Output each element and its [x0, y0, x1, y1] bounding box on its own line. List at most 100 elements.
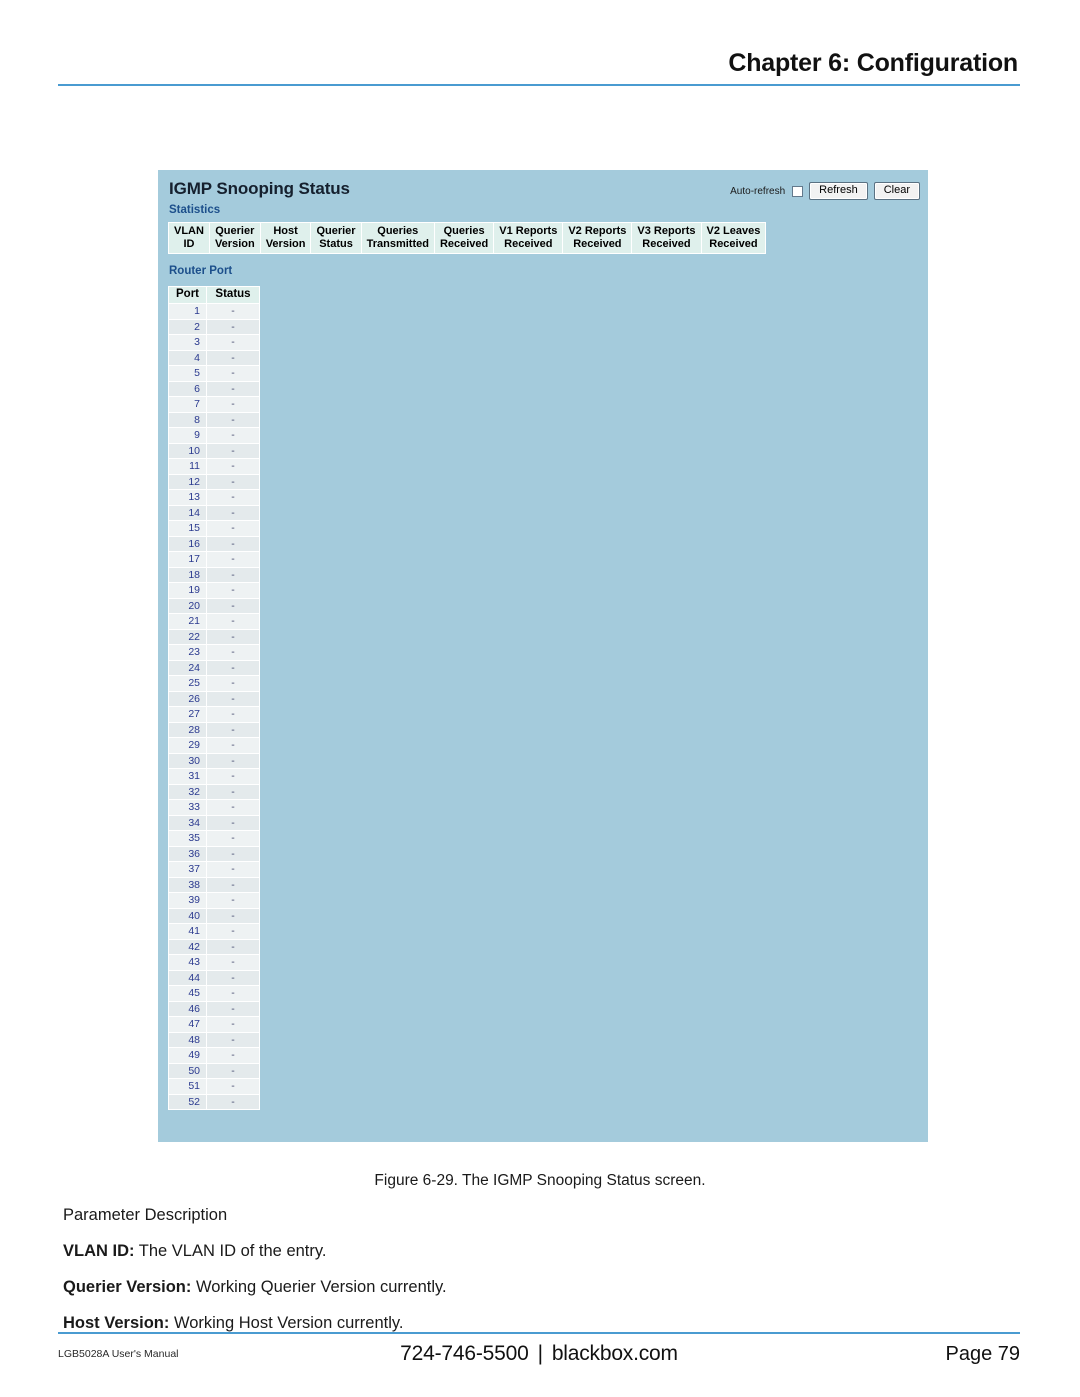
router-port-status: - — [206, 1078, 260, 1095]
column-header-line1: Host — [273, 225, 298, 237]
statistics-table: VLAN ID Querier Version Host Version Querier St… — [168, 222, 767, 254]
router-port-number: 27 — [168, 706, 207, 723]
clear-button[interactable]: Clear — [873, 182, 920, 200]
router-port-number: 35 — [168, 830, 207, 847]
table-row: 36- — [168, 845, 260, 862]
router-port-number: 2 — [168, 318, 207, 335]
router-port-column-header: Port — [168, 286, 207, 304]
router-port-number: 48 — [168, 1031, 207, 1048]
router-port-number: 39 — [168, 892, 207, 909]
figure-caption: Figure 6-29. The IGMP Snooping Status sc… — [374, 1172, 706, 1189]
table-row: 33- — [168, 799, 260, 816]
table-row: 18- — [168, 566, 260, 583]
statistics-column-header: Queries Received — [433, 222, 495, 254]
router-port-status: - — [206, 1047, 260, 1064]
router-port-status: - — [206, 985, 260, 1002]
table-row: 9- — [168, 427, 260, 444]
router-port-number: 30 — [168, 752, 207, 769]
refresh-button[interactable]: Refresh — [809, 182, 868, 200]
router-port-number: 32 — [168, 783, 207, 800]
footer-separator: | — [537, 1342, 543, 1365]
parameter-description: Working Host Version currently. — [169, 1314, 404, 1332]
router-port-number: 50 — [168, 1062, 207, 1079]
table-row: 27- — [168, 706, 260, 723]
parameter-item: VLAN ID: The VLAN ID of the entry. — [63, 1241, 1023, 1261]
table-row: 10- — [168, 442, 260, 459]
footer-contact: 724-746-5500 | blackbox.com — [58, 1342, 1020, 1366]
router-port-column-header: Status — [206, 286, 260, 304]
table-row: 26- — [168, 690, 260, 707]
column-header-line1: V2 Leaves — [706, 225, 761, 237]
statistics-column-header: V3 Reports Received — [631, 222, 702, 254]
column-header-line1: Queries — [377, 225, 419, 237]
router-port-status: - — [206, 582, 260, 599]
router-port-status: - — [206, 1000, 260, 1017]
router-port-status: - — [206, 520, 260, 537]
router-port-number: 44 — [168, 969, 207, 986]
page-title: Chapter 6: Configuration — [728, 49, 1018, 77]
footer-phone: 724-746-5500 — [400, 1342, 529, 1365]
router-port-status: - — [206, 752, 260, 769]
router-port-number: 7 — [168, 396, 207, 413]
router-port-number: 34 — [168, 814, 207, 831]
router-port-number: 47 — [168, 1016, 207, 1033]
router-port-number: 43 — [168, 954, 207, 971]
router-port-number: 6 — [168, 380, 207, 397]
column-header-line2: Status — [319, 237, 353, 250]
statistics-column-header: V2 Reports Received — [562, 222, 633, 254]
column-header-line2: Transmitted — [366, 237, 429, 250]
router-port-number: 28 — [168, 721, 207, 738]
router-port-number: 19 — [168, 582, 207, 599]
router-port-status: - — [206, 411, 260, 428]
parameter-description: Working Querier Version currently. — [191, 1278, 447, 1296]
table-row: 15- — [168, 520, 260, 537]
router-port-status: - — [206, 349, 260, 366]
auto-refresh-checkbox[interactable] — [792, 185, 804, 197]
column-header-line2: Received — [573, 237, 622, 250]
table-row: 19- — [168, 582, 260, 599]
table-row: 8- — [168, 411, 260, 428]
statistics-column-header: Querier Version — [208, 222, 261, 254]
column-header-line2: Received — [439, 237, 489, 250]
router-port-table: Port Status 1-2-3-4-5-6-7-8-9-10-11-12-13… — [168, 286, 260, 1110]
table-row: 13- — [168, 489, 260, 506]
router-port-status: - — [206, 923, 260, 940]
table-row: 2- — [168, 318, 260, 335]
router-port-status: - — [206, 892, 260, 909]
table-row: 38- — [168, 876, 260, 893]
router-port-number: 13 — [168, 489, 207, 506]
table-row: 25- — [168, 675, 260, 692]
router-port-status: - — [206, 1062, 260, 1079]
router-port-status: - — [206, 876, 260, 893]
router-port-status: - — [206, 783, 260, 800]
parameter-term: Querier Version: — [63, 1278, 192, 1296]
table-row: 1- — [168, 303, 260, 320]
router-port-status: - — [206, 334, 260, 351]
body-text: Parameter Description VLAN ID: The VLAN … — [63, 1205, 1023, 1349]
router-port-number: 18 — [168, 566, 207, 583]
table-row: 11- — [168, 458, 260, 475]
router-port-number: 16 — [168, 535, 207, 552]
router-port-status: - — [206, 458, 260, 475]
column-header-line1: VLAN — [174, 225, 204, 237]
router-port-status: - — [206, 845, 260, 862]
router-port-status: - — [206, 597, 260, 614]
table-row: 16- — [168, 535, 260, 552]
router-port-number: 29 — [168, 737, 207, 754]
router-port-status: - — [206, 303, 260, 320]
table-row: 20- — [168, 597, 260, 614]
parameter-term: Host Version: — [63, 1314, 170, 1332]
router-port-status: - — [206, 969, 260, 986]
table-row: 45- — [168, 985, 260, 1002]
router-port-number: 14 — [168, 504, 207, 521]
router-port-number: 11 — [168, 458, 207, 475]
router-port-status: - — [206, 706, 260, 723]
statistics-table-container: VLAN ID Querier Version Host Version Querier St… — [168, 222, 928, 254]
router-port-number: 5 — [168, 365, 207, 382]
table-row: 22- — [168, 628, 260, 645]
parameter-description-heading: Parameter Description — [63, 1206, 228, 1224]
table-row: 29- — [168, 737, 260, 754]
column-header-line2: Version — [214, 237, 255, 250]
header-divider — [58, 84, 1020, 86]
router-port-number: 40 — [168, 907, 207, 924]
